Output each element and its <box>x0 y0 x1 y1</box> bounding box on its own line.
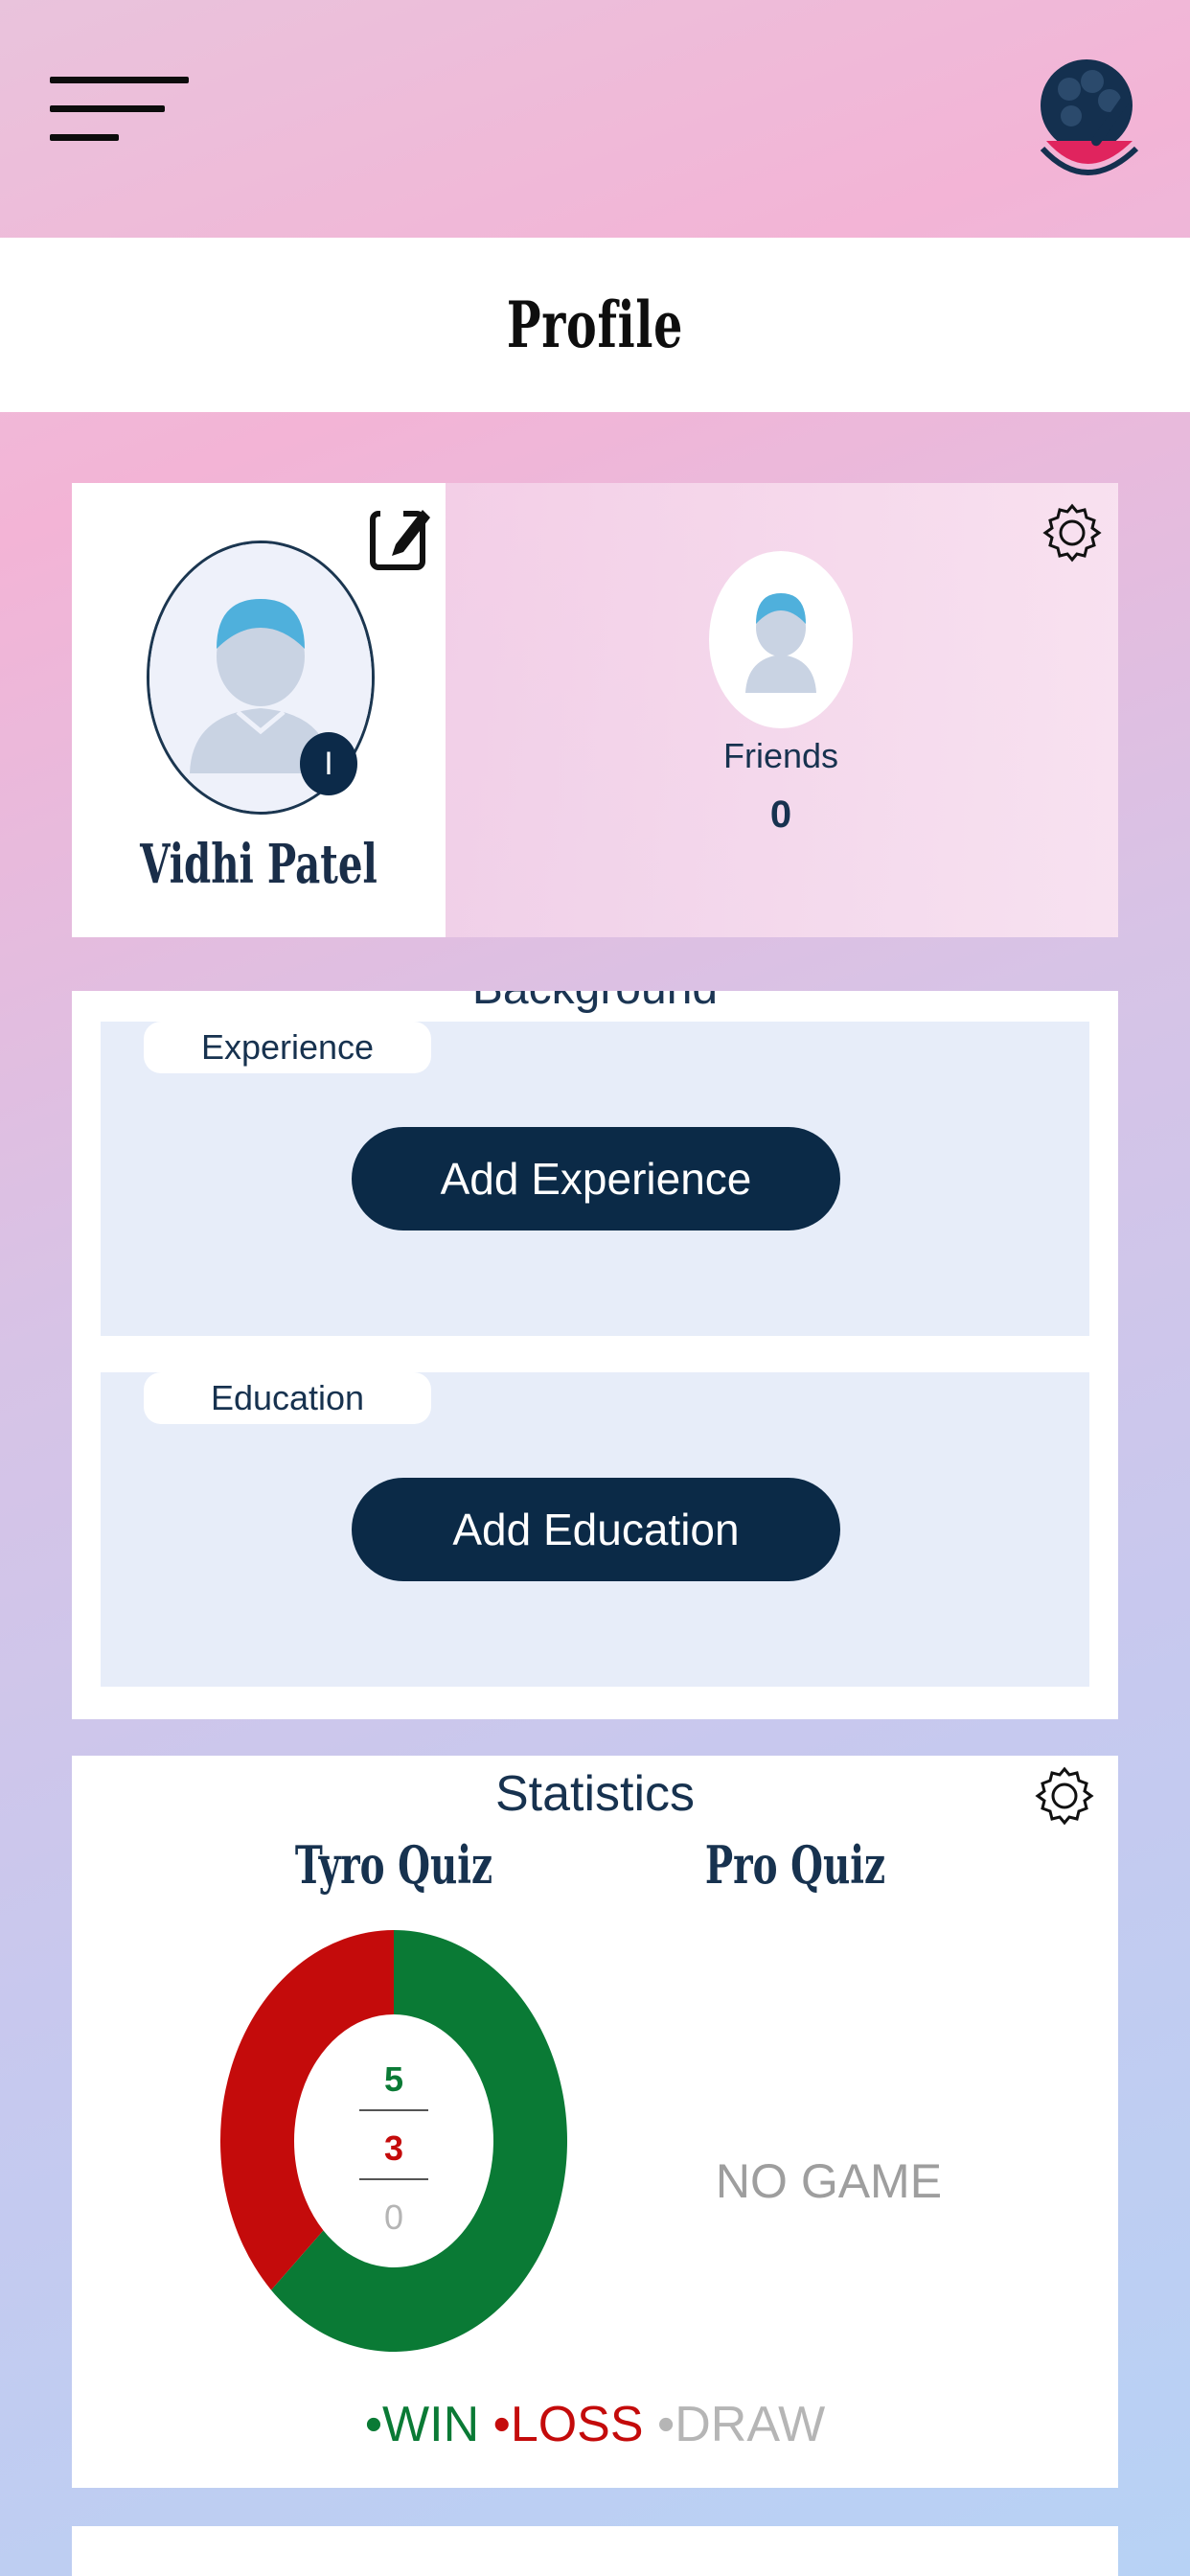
gear-icon[interactable] <box>1034 1765 1095 1830</box>
background-card: Background Experience Add Experience Edu… <box>72 991 1118 1719</box>
draw-count: 0 <box>384 2197 403 2237</box>
education-label: Education <box>144 1372 431 1424</box>
add-education-button[interactable]: Add Education <box>352 1478 840 1581</box>
gear-icon[interactable] <box>1041 502 1103 564</box>
profile-card: I Vidhi Patel <box>72 483 1118 937</box>
education-section: Education Add Education <box>101 1372 1089 1687</box>
legend-draw-dot: • <box>657 2397 675 2452</box>
avatar-badge: I <box>300 732 357 795</box>
statistics-card: Statistics Tyro Quiz Pro Quiz 5 3 0 NO G… <box>72 1756 1118 2488</box>
menu-line <box>50 77 189 83</box>
experience-section: Experience Add Experience <box>101 1022 1089 1336</box>
background-title: Background <box>72 991 1118 1015</box>
experience-label: Experience <box>144 1022 431 1073</box>
chart-legend: •WIN •LOSS •DRAW <box>72 2396 1118 2453</box>
menu-line <box>50 134 119 141</box>
next-card-edge <box>72 2526 1118 2576</box>
statistics-title: Statistics <box>494 1766 696 1822</box>
legend-win: WIN <box>382 2397 480 2452</box>
win-count: 5 <box>384 2059 403 2099</box>
user-name: Vidhi Patel <box>140 833 378 896</box>
page-title: Profile <box>506 288 684 362</box>
friends-label: Friends <box>722 736 839 775</box>
friends-avatar[interactable] <box>709 551 853 728</box>
top-bar <box>0 0 1190 238</box>
tyro-donut-chart: 5 3 0 <box>220 1930 567 2352</box>
edit-icon[interactable] <box>369 502 432 571</box>
pro-quiz-empty-text: NO GAME <box>715 2154 943 2208</box>
legend-loss-dot: • <box>492 2397 511 2452</box>
add-experience-button[interactable]: Add Experience <box>352 1127 840 1230</box>
legend-loss: LOSS <box>510 2397 644 2452</box>
hamburger-menu-button[interactable] <box>50 77 189 144</box>
tyro-quiz-title: Tyro Quiz <box>294 1834 493 1896</box>
menu-line <box>50 105 165 112</box>
friends-count: 0 <box>769 794 792 836</box>
user-placeholder-icon <box>745 593 816 693</box>
brain-logo-icon[interactable] <box>1033 53 1146 192</box>
pro-quiz-title: Pro Quiz <box>704 1834 886 1896</box>
legend-win-dot: • <box>364 2397 383 2452</box>
legend-draw: DRAW <box>675 2397 826 2452</box>
profile-info-panel: I Vidhi Patel <box>72 483 446 937</box>
title-bar: Profile <box>0 238 1190 412</box>
loss-count: 3 <box>384 2128 403 2168</box>
